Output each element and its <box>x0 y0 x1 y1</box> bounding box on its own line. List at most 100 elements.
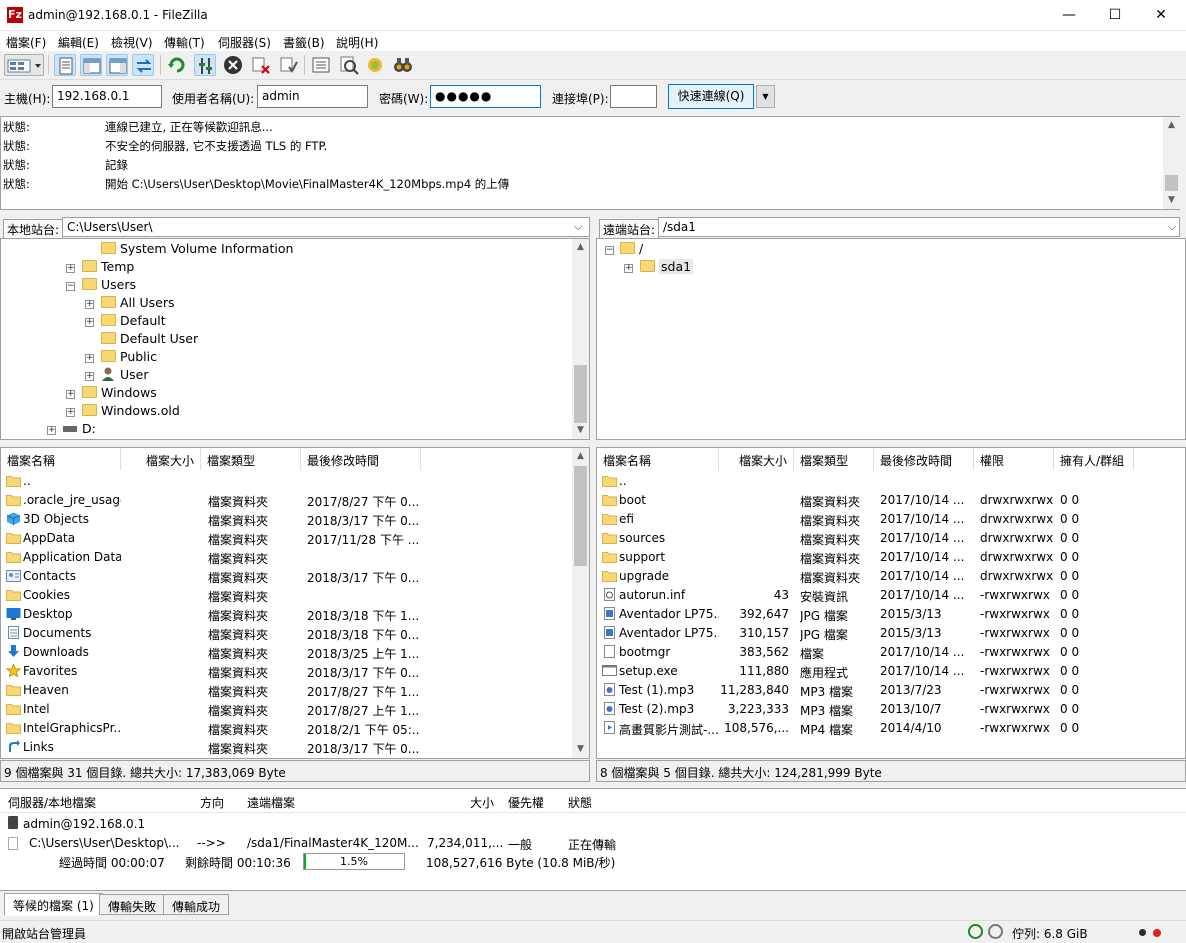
file-row[interactable]: sources 檔案資料夾 2017/10/14 ... drwxrwxrwx 0 0 <box>597 529 1167 548</box>
quickconnect-button[interactable]: 快速連線(Q) <box>668 84 754 109</box>
site-manager-button[interactable] <box>4 54 44 76</box>
column-header-name[interactable]: 檔案名稱 <box>597 448 719 470</box>
scroll-down-icon[interactable]: ▼ <box>1163 192 1180 209</box>
file-row[interactable]: .. <box>597 472 1167 491</box>
file-row[interactable]: 高畫質影片測試-... 108,576,... MP4 檔案 2014/4/10 -rw… <box>597 719 1167 738</box>
menu-help[interactable]: 說明(H) <box>336 34 378 51</box>
scroll-up-icon[interactable]: ▲ <box>572 239 589 256</box>
local-list-scrollbar[interactable]: ▲ ▼ <box>572 448 589 758</box>
tree-node[interactable]: Public <box>101 349 157 367</box>
compare-directories-button[interactable] <box>338 54 360 76</box>
file-row[interactable]: Aventador LP75... 392,647 JPG 檔案 2015/3/13 -… <box>597 605 1167 624</box>
local-tree-scrollbar[interactable]: ▲ ▼ <box>572 239 589 439</box>
expand-icon[interactable]: + <box>85 372 94 381</box>
file-row[interactable]: Downloads 檔案資料夾 2018/3/25 上午 1... <box>1 643 571 662</box>
file-row[interactable]: setup.exe 111,880 應用程式 2017/10/14 ... -rwxrw… <box>597 662 1167 681</box>
tree-node[interactable]: Windows <box>82 385 157 403</box>
chevron-down-icon[interactable]: ⌵ <box>1168 220 1176 234</box>
tab-successful-transfers[interactable]: 傳輸成功 <box>163 894 230 915</box>
expand-icon[interactable]: + <box>85 300 94 309</box>
tree-node[interactable]: / <box>620 241 643 259</box>
expand-icon[interactable]: + <box>47 426 56 435</box>
toggle-local-tree-button[interactable] <box>80 54 102 76</box>
remote-path-input[interactable]: /sda1 <box>658 217 1180 237</box>
close-button[interactable]: ✕ <box>1138 0 1184 31</box>
queue-header-server[interactable]: 伺服器/本地檔案 <box>8 794 96 811</box>
file-row[interactable]: Favorites 檔案資料夾 2018/3/17 下午 0... <box>1 662 571 681</box>
menu-server[interactable]: 伺服器(S) <box>218 34 271 51</box>
column-header-name[interactable]: 檔案名稱 <box>1 448 121 470</box>
file-row[interactable]: Test (1).mp3 11,283,840 MP3 檔案 2013/7/23 -rw… <box>597 681 1167 700</box>
collapse-icon[interactable]: − <box>66 282 75 291</box>
scroll-up-icon[interactable]: ▲ <box>572 448 589 465</box>
host-input[interactable]: 192.168.0.1 <box>52 85 162 108</box>
process-queue-button[interactable] <box>194 54 216 76</box>
scroll-down-icon[interactable]: ▼ <box>572 741 589 758</box>
file-row[interactable]: AppData 檔案資料夾 2017/11/28 下午 ... <box>1 529 571 548</box>
toggle-log-button[interactable] <box>54 54 76 76</box>
queue-header-direction[interactable]: 方向 <box>200 794 224 811</box>
toggle-remote-tree-button[interactable] <box>106 54 128 76</box>
file-row[interactable]: boot 檔案資料夾 2017/10/14 ... drwxrwxrwx 0 0 <box>597 491 1167 510</box>
expand-icon[interactable]: + <box>85 354 94 363</box>
file-row[interactable]: .oracle_jre_usage 檔案資料夾 2017/8/27 下午 0... <box>1 491 571 510</box>
queue-remote-file[interactable]: /sda1/FinalMaster4K_120M... <box>247 836 419 850</box>
file-row[interactable]: Heaven 檔案資料夾 2017/8/27 下午 1... <box>1 681 571 700</box>
expand-icon[interactable]: + <box>66 390 75 399</box>
collapse-icon[interactable]: − <box>605 246 614 255</box>
menu-edit[interactable]: 編輯(E) <box>58 34 99 51</box>
log-scrollbar[interactable]: ▲ ▼ <box>1163 117 1180 209</box>
file-row[interactable]: upgrade 檔案資料夾 2017/10/14 ... drwxrwxrwx 0 0 <box>597 567 1167 586</box>
column-header-type[interactable]: 檔案類型 <box>201 448 301 470</box>
column-header-size[interactable]: 檔案大小 <box>719 448 794 470</box>
quickconnect-history-dropdown[interactable]: ▼ <box>756 85 775 108</box>
file-row[interactable]: support 檔案資料夾 2017/10/14 ... drwxrwxrwx 0 0 <box>597 548 1167 567</box>
refresh-button[interactable] <box>166 54 188 76</box>
expand-icon[interactable]: + <box>66 264 75 273</box>
file-row[interactable]: Application Data 檔案資料夾 <box>1 548 571 567</box>
scroll-up-icon[interactable]: ▲ <box>1163 117 1180 134</box>
queue-header-status[interactable]: 狀態 <box>568 794 592 811</box>
file-row[interactable]: .. <box>1 472 571 491</box>
password-input[interactable]: ●●●●● <box>430 85 541 108</box>
menu-transfer[interactable]: 傳輸(T) <box>164 34 205 51</box>
chevron-down-icon[interactable]: ⌵ <box>574 220 582 234</box>
file-row[interactable]: Links 檔案資料夾 2018/3/17 下午 0... <box>1 738 571 757</box>
scroll-down-icon[interactable]: ▼ <box>572 422 589 439</box>
file-row[interactable]: 3D Objects 檔案資料夾 2018/3/17 下午 0... <box>1 510 571 529</box>
file-row[interactable]: Documents 檔案資料夾 2018/3/18 下午 0... <box>1 624 571 643</box>
file-row[interactable]: Intel 檔案資料夾 2017/8/27 上午 1... <box>1 700 571 719</box>
reconnect-button[interactable] <box>278 54 300 76</box>
file-row[interactable]: Aventador LP75... 310,157 JPG 檔案 2015/3/13 -… <box>597 624 1167 643</box>
column-header-permissions[interactable]: 權限 <box>974 448 1054 470</box>
disconnect-button[interactable] <box>250 54 272 76</box>
local-tree-scroll-thumb[interactable] <box>574 365 587 423</box>
maximize-button[interactable]: ☐ <box>1092 0 1138 31</box>
file-row[interactable]: efi 檔案資料夾 2017/10/14 ... drwxrwxrwx 0 0 <box>597 510 1167 529</box>
queue-header-priority[interactable]: 優先權 <box>508 794 544 811</box>
tab-queued-files[interactable]: 等候的檔案 (1) <box>4 893 103 916</box>
tree-node[interactable]: All Users <box>101 295 174 313</box>
log-scroll-thumb[interactable] <box>1165 175 1178 191</box>
directory-listing-filters-button[interactable] <box>310 54 332 76</box>
tree-node[interactable]: Default <box>101 313 166 331</box>
toggle-queue-button[interactable] <box>132 54 154 76</box>
column-header-owner[interactable]: 擁有人/群組 <box>1054 448 1134 470</box>
expand-icon[interactable]: + <box>66 408 75 417</box>
queue-header-size[interactable]: 大小 <box>470 794 494 811</box>
menu-bookmarks[interactable]: 書籤(B) <box>283 34 325 51</box>
file-row[interactable]: bootmgr 383,562 檔案 2017/10/14 ... -rwxrwxrwx… <box>597 643 1167 662</box>
column-header-modified[interactable]: 最後修改時間 <box>301 448 421 470</box>
search-remote-files-button[interactable] <box>392 54 414 76</box>
speed-limit-icon[interactable] <box>988 924 1003 939</box>
network-config-icon[interactable] <box>968 924 983 939</box>
tab-failed-transfers[interactable]: 傳輸失敗 <box>99 894 166 915</box>
column-header-modified[interactable]: 最後修改時間 <box>874 448 974 470</box>
tree-node[interactable]: sda1 <box>640 259 694 277</box>
tree-node[interactable]: Default User <box>101 331 198 349</box>
menu-file[interactable]: 檔案(F) <box>6 34 46 51</box>
queue-header-remote-file[interactable]: 遠端檔案 <box>247 794 295 811</box>
menu-view[interactable]: 檢視(V) <box>111 34 153 51</box>
queue-server[interactable]: admin@192.168.0.1 <box>23 817 145 831</box>
tree-node[interactable]: Temp <box>82 259 134 277</box>
